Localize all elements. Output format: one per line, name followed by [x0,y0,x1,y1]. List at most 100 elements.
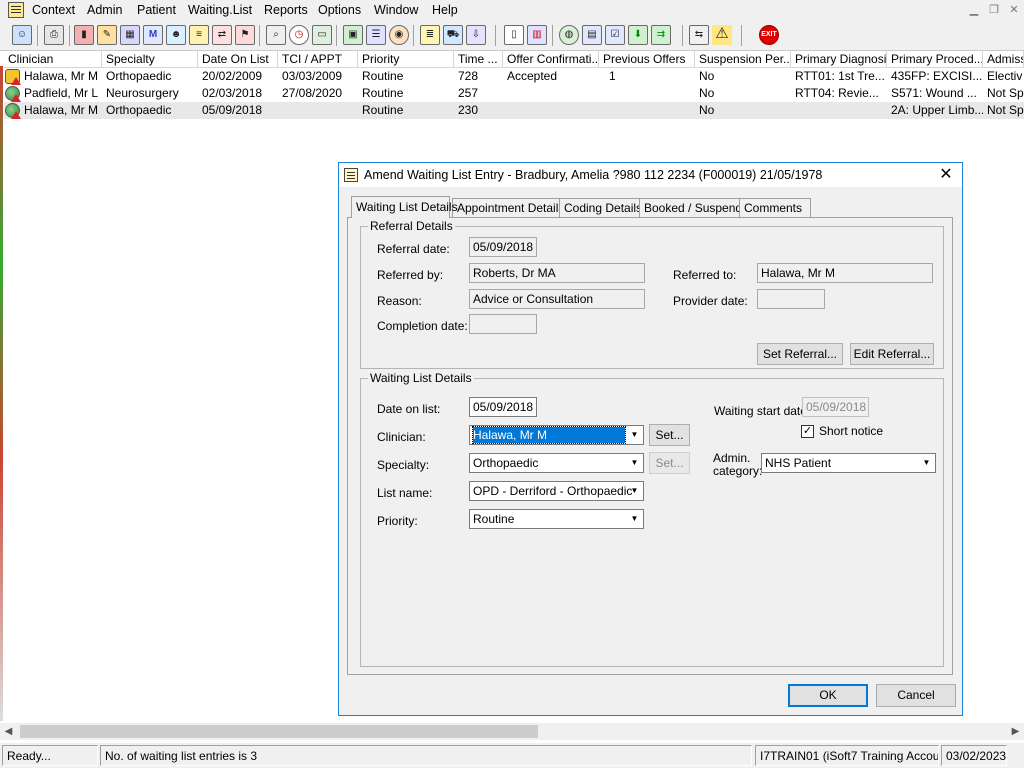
column-previous-offers[interactable]: Previous Offers [599,51,695,67]
book-icon[interactable]: ▮ [74,25,94,45]
column-tci-appt[interactable]: TCI / APPT [278,51,358,67]
column-offer-confirmation[interactable]: Offer Confirmati... [503,51,599,67]
referral-date-field: 05/09/2018 [469,237,537,257]
search-record-icon[interactable]: ⌕ [266,25,286,45]
exit-icon[interactable]: EXIT [759,25,779,45]
clinician-select[interactable]: Halawa, Mr M ▼ [469,425,644,445]
waiting-list-icon[interactable]: ≣ [420,25,440,45]
warning-icon[interactable]: ⚠ [712,25,732,45]
menu-window[interactable]: Window [374,3,418,17]
app-icon[interactable] [8,2,24,18]
toolbar-separator [741,25,742,46]
printer-icon[interactable]: ⎙ [44,25,64,45]
minimize-icon[interactable]: ▁ [966,3,982,17]
dial-icon[interactable]: ◉ [389,25,409,45]
chart-icon[interactable]: ▦ [120,25,140,45]
clock-icon[interactable]: ◷ [289,25,309,45]
date-on-list-label: Date on list: [377,402,441,416]
transfer-icon[interactable]: ⇄ [212,25,232,45]
dialog-title-bar[interactable]: Amend Waiting List Entry - Bradbury, Ame… [339,163,962,187]
column-specialty[interactable]: Specialty [102,51,198,67]
short-notice-checkbox[interactable]: ✓ [801,425,814,438]
chevron-down-icon[interactable]: ▼ [627,427,642,443]
status-bar: Ready... No. of waiting list entries is … [0,743,1024,768]
page-icon[interactable]: ▯ [504,25,524,45]
column-suspension-period[interactable]: Suspension Per... [695,51,791,67]
toolbar-separator [682,25,683,46]
form-check-icon[interactable]: ☑ [605,25,625,45]
list-name-value: OPD - Derriford - Orthopaedic [473,484,633,498]
m-icon[interactable]: M [143,25,163,45]
column-clinician[interactable]: Clinician [4,51,102,67]
edit-record-icon[interactable]: ✎ [97,25,117,45]
ok-button[interactable]: OK [788,684,868,707]
tab-comments[interactable]: Comments [739,198,811,217]
edit-referral-button[interactable]: Edit Referral... [850,343,934,365]
scroll-right-icon[interactable]: ▶ [1007,723,1024,740]
cancel-button[interactable]: Cancel [876,684,956,707]
chevron-down-icon[interactable]: ▼ [627,511,642,527]
bar-chart-icon[interactable]: ▥ [527,25,547,45]
chevron-down-icon[interactable]: ▼ [919,455,934,471]
cell-priority: Routine [362,69,404,83]
tab-booked-suspend[interactable]: Booked / Suspend [639,198,744,217]
tab-waiting-list-details[interactable]: Waiting List Details [351,196,458,218]
restore-icon[interactable]: ❐ [986,3,1002,17]
menu-waiting-list[interactable]: Waiting.List [188,3,252,17]
column-primary-procedure[interactable]: Primary Proced... [887,51,983,67]
form-icon[interactable]: ▤ [582,25,602,45]
tab-appointment-details[interactable]: Appointment Details [452,198,564,217]
list-name-select[interactable]: OPD - Derriford - Orthopaedic ▼ [469,481,644,501]
scrollbar-thumb[interactable] [20,725,538,738]
list-icon[interactable]: ☰ [366,25,386,45]
doctor-icon[interactable]: ☻ [166,25,186,45]
menu-patient[interactable]: Patient [137,3,176,17]
set-specialty-button[interactable]: Set... [649,452,690,474]
tray-icon[interactable]: ⇩ [466,25,486,45]
column-date-on-list[interactable]: Date On List [198,51,278,67]
close-icon[interactable]: ✕ [1006,3,1022,17]
swap-icon[interactable]: ⇆ [689,25,709,45]
cell-offer-confirmation: Accepted [507,69,558,83]
menu-options[interactable]: Options [318,3,361,17]
tab-coding-details[interactable]: Coding Details [559,198,646,217]
down-arrow-icon[interactable]: ⬇ [628,25,648,45]
flag-icon[interactable]: ⚑ [235,25,255,45]
table-row[interactable]: Halawa, Mr M Orthopaedic 20/02/2009 03/0… [4,68,1024,85]
dialog-icon [344,168,358,182]
monitor-icon[interactable]: ▭ [312,25,332,45]
table-row[interactable]: Padfield, Mr L Neurosurgery 02/03/2018 2… [4,85,1024,102]
column-admission[interactable]: Admiss [983,51,1024,67]
specialty-select[interactable]: Orthopaedic ▼ [469,453,644,473]
cell-previous-offers: 1 [609,69,616,83]
bed-icon[interactable]: ⛟ [443,25,463,45]
priority-select[interactable]: Routine ▼ [469,509,644,529]
admin-category-select[interactable]: NHS Patient ▼ [761,453,936,473]
column-priority[interactable]: Priority [358,51,454,67]
cell-primary-procedure: 435FP: EXCISI... [891,69,983,83]
horizontal-scrollbar[interactable]: ◀ ▶ [0,723,1024,740]
reason-field: Advice or Consultation [469,289,645,309]
date-on-list-input[interactable]: 05/09/2018 [469,397,537,417]
table-row[interactable]: Halawa, Mr M Orthopaedic 05/09/2018 Rout… [4,102,1024,119]
document-icon[interactable]: ≡ [189,25,209,45]
cell-specialty: Orthopaedic [106,69,172,83]
scroll-left-icon[interactable]: ◀ [0,723,17,740]
dialog-close-icon[interactable]: ✕ [936,165,956,185]
menu-admin[interactable]: Admin [87,3,122,17]
set-referral-button[interactable]: Set Referral... [757,343,843,365]
chevron-down-icon[interactable]: ▼ [627,455,642,471]
column-time[interactable]: Time ... [454,51,503,67]
patient-icon[interactable]: ☺ [12,25,32,45]
amend-waiting-list-dialog: Amend Waiting List Entry - Bradbury, Ame… [338,162,963,716]
globe-icon[interactable]: ◍ [559,25,579,45]
chevron-down-icon[interactable]: ▼ [627,483,642,499]
set-clinician-button[interactable]: Set... [649,424,690,446]
menu-context[interactable]: Context [32,3,75,17]
forward-icon[interactable]: ⇉ [651,25,671,45]
menu-reports[interactable]: Reports [264,3,308,17]
menu-help[interactable]: Help [432,3,458,17]
column-primary-diagnosis[interactable]: Primary Diagnosis [791,51,887,67]
cell-suspension-period: No [699,103,715,117]
screen-icon[interactable]: ▣ [343,25,363,45]
